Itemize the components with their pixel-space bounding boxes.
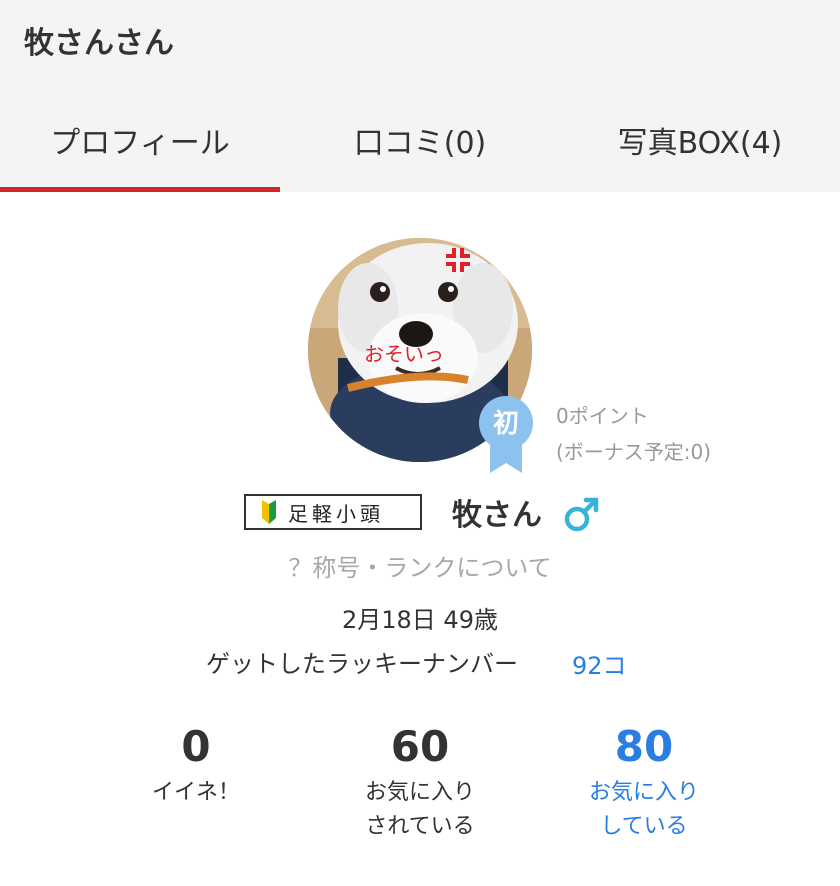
title-rank-info-link[interactable]: ？称号・ランクについて — [0, 548, 840, 583]
header: 牧さんさん プロフィール 口コミ(0) 写真BOX(4) — [0, 0, 840, 192]
birthday-age: 2月18日 49歳 — [342, 606, 498, 634]
rank-label: 足軽小頭 — [288, 501, 384, 526]
stat-favorited-by: 60 お気に入り されている — [320, 722, 520, 844]
tab-profile[interactable]: プロフィール — [0, 88, 280, 192]
favoriting-count[interactable]: 80 — [544, 722, 744, 772]
beginner-mark-icon — [262, 500, 276, 524]
points-info: 0ポイント (ボーナス予定:0) — [556, 398, 711, 470]
lucky-number-count[interactable]: 92コ — [572, 646, 627, 681]
favorited-by-label-line2: されている — [365, 814, 475, 839]
badge-label: 初 — [493, 409, 519, 439]
avatar-caption: おそいっ — [364, 342, 444, 366]
user-name: 牧さん — [452, 498, 542, 533]
favorited-by-count: 60 — [390, 722, 450, 771]
page-title: 牧さんさん — [24, 26, 174, 61]
likes-count: 0 — [181, 722, 211, 771]
male-icon — [564, 497, 599, 532]
favorited-by-label-line1: お気に入り — [364, 780, 475, 805]
tab-reviews[interactable]: 口コミ(0) — [280, 88, 560, 192]
rank-title: 足軽小頭 — [244, 494, 422, 530]
favoriting-label-line1[interactable]: お気に入り — [544, 776, 744, 810]
tab-photo-box[interactable]: 写真BOX(4) — [560, 88, 840, 192]
stat-likes: 0 イイネ！ — [96, 722, 296, 810]
likes-label: イイネ！ — [151, 780, 240, 805]
first-timer-badge-icon: 初 — [479, 396, 533, 473]
lucky-number-label: ゲットしたラッキーナンバー — [206, 650, 518, 678]
tab-bar: プロフィール 口コミ(0) 写真BOX(4) — [0, 88, 840, 192]
favoriting-label-line2[interactable]: している — [544, 810, 744, 844]
bonus-points: (ボーナス予定:0) — [556, 440, 712, 464]
points-value: 0ポイント — [556, 404, 649, 428]
stat-favoriting[interactable]: 80 お気に入り している — [544, 722, 744, 844]
